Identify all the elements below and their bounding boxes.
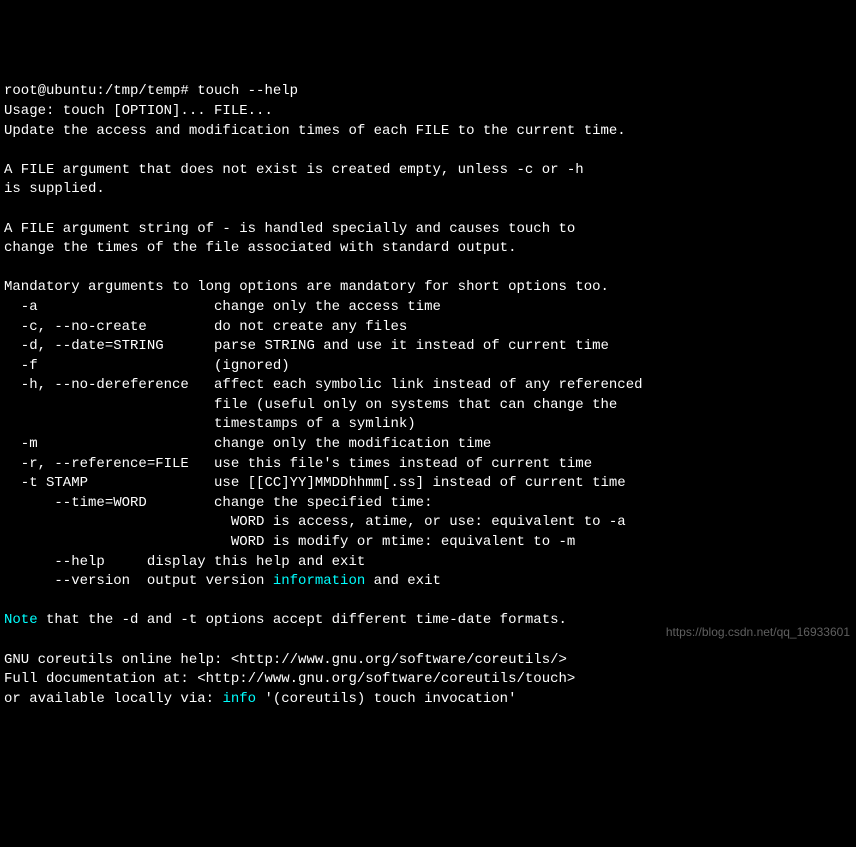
local-doc-line: or available locally via: info '(coreuti… xyxy=(4,691,517,707)
mandatory-line: Mandatory arguments to long options are … xyxy=(4,279,609,295)
gnu-help-line: GNU coreutils online help: <http://www.g… xyxy=(4,652,567,668)
para3-line2: change the times of the file associated … xyxy=(4,240,516,256)
full-doc-line: Full documentation at: <http://www.gnu.o… xyxy=(4,671,575,687)
information-highlight: information xyxy=(273,573,365,589)
option-time-line3: WORD is modify or mtime: equivalent to -… xyxy=(4,534,575,550)
para2-line2: is supplied. xyxy=(4,181,105,197)
option-h-line1: -h, --no-dereference affect each symboli… xyxy=(4,377,643,393)
option-c: -c, --no-create do not create any files xyxy=(4,319,407,335)
note-highlight: Note xyxy=(4,612,38,628)
option-time-line1: --time=WORD change the specified time: xyxy=(4,495,432,511)
terminal-output[interactable]: root@ubuntu:/tmp/temp# touch --help Usag… xyxy=(4,82,852,709)
option-d: -d, --date=STRING parse STRING and use i… xyxy=(4,338,609,354)
usage-line: Usage: touch [OPTION]... FILE... xyxy=(4,103,273,119)
watermark-text: https://blog.csdn.net/qq_16933601 xyxy=(666,624,850,641)
option-t: -t STAMP use [[CC]YY]MMDDhhmm[.ss] inste… xyxy=(4,475,626,491)
note-line: Note that the -d and -t options accept d… xyxy=(4,612,567,628)
option-r: -r, --reference=FILE use this file's tim… xyxy=(4,456,592,472)
option-version: --version output version information and… xyxy=(4,573,441,589)
option-m: -m change only the modification time xyxy=(4,436,491,452)
option-h-line2: file (useful only on systems that can ch… xyxy=(4,397,617,413)
option-help: --help display this help and exit xyxy=(4,554,365,570)
command-text: touch --help xyxy=(197,83,298,99)
para3-line1: A FILE argument string of - is handled s… xyxy=(4,221,575,237)
description-line: Update the access and modification times… xyxy=(4,123,626,139)
shell-prompt: root@ubuntu:/tmp/temp# xyxy=(4,83,197,99)
prompt-line: root@ubuntu:/tmp/temp# touch --help xyxy=(4,83,298,99)
option-time-line2: WORD is access, atime, or use: equivalen… xyxy=(4,514,626,530)
info-highlight: info xyxy=(222,691,256,707)
para2-line1: A FILE argument that does not exist is c… xyxy=(4,162,584,178)
option-h-line3: timestamps of a symlink) xyxy=(4,416,416,432)
option-f: -f (ignored) xyxy=(4,358,290,374)
option-a: -a change only the access time xyxy=(4,299,441,315)
